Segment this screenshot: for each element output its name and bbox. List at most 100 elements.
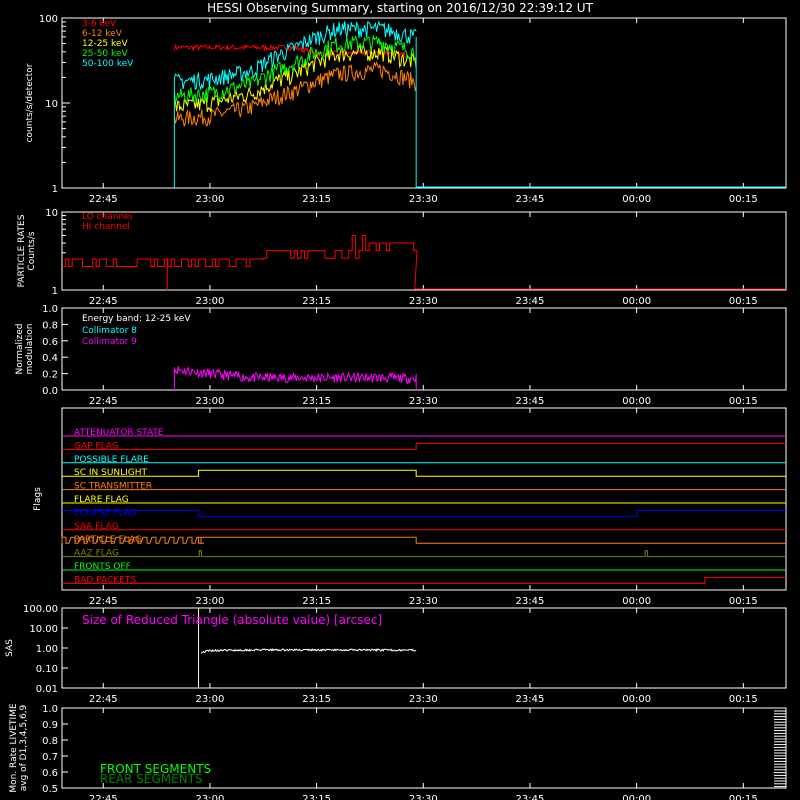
sas-ytick-label: 0.01 bbox=[36, 684, 58, 695]
count-panel-xtick-label: 23:30 bbox=[409, 194, 438, 205]
count-panel-xtick-label: 23:00 bbox=[196, 194, 225, 205]
sas-ytick-label: 10.00 bbox=[29, 624, 58, 635]
modulation-panel-xtick-label: 23:15 bbox=[302, 396, 331, 407]
hessi-summary-chart: HESSI Observing Summary, starting on 201… bbox=[5, 1, 787, 800]
flag-line bbox=[62, 442, 786, 450]
count-legend-entry: 50-100 keV bbox=[82, 59, 134, 69]
particle-series-line bbox=[62, 235, 786, 290]
modulation-panel-xtick-label: 00:00 bbox=[622, 396, 651, 407]
sas-panel-xtick-label: 23:45 bbox=[516, 694, 545, 705]
modulation-legend-entry: Collimator 8 bbox=[82, 326, 137, 336]
sas-panel-xtick-label: 22:45 bbox=[89, 694, 118, 705]
flag-line bbox=[62, 469, 786, 477]
count-panel-xtick-label: 23:15 bbox=[302, 194, 331, 205]
particle-panel-xtick-label: 23:15 bbox=[302, 296, 331, 307]
particle-ytick-label: 10 bbox=[45, 208, 58, 219]
flag-label: SC IN SUNLIGHT bbox=[74, 468, 148, 478]
chart-title: HESSI Observing Summary, starting on 201… bbox=[207, 1, 593, 15]
particle-panel-xtick-label: 23:45 bbox=[516, 296, 545, 307]
sas-ytick-label: 100.00 bbox=[23, 604, 58, 615]
modulation-legend-entry: Collimator 9 bbox=[82, 337, 137, 347]
livetime-ylabel-2: avg of D1,3,4,5,6,9 bbox=[19, 704, 29, 791]
particle-legend-entry: LO channel bbox=[82, 212, 132, 222]
particle-panel-xtick-label: 00:15 bbox=[729, 296, 758, 307]
flag-label: PARTICLE FLAG bbox=[74, 535, 142, 545]
modulation-ytick-label: 0.6 bbox=[42, 337, 58, 348]
flag-line bbox=[62, 550, 786, 558]
livetime-panel-xtick-label: 00:15 bbox=[729, 794, 758, 800]
modulation-ytick-label: 0.0 bbox=[42, 386, 58, 397]
sas-panel-xtick-label: 00:00 bbox=[622, 694, 651, 705]
modulation-panel-xtick-label: 23:00 bbox=[196, 396, 225, 407]
flags-panel-xtick-label: 00:00 bbox=[622, 596, 651, 607]
modulation-ytick-label: 0.8 bbox=[42, 320, 58, 331]
flags-panel-xtick-label: 23:00 bbox=[196, 596, 225, 607]
particle-panel-xtick-label: 23:00 bbox=[196, 296, 225, 307]
flag-label: SC TRANSMITTER bbox=[74, 482, 152, 492]
count-ytick-label: 10 bbox=[45, 99, 58, 110]
modulation-panel-xtick-label: 22:45 bbox=[89, 396, 118, 407]
livetime-panel-xtick-label: 00:00 bbox=[622, 794, 651, 800]
count-ytick-label: 100 bbox=[39, 14, 58, 25]
sas-ytick-label: 0.10 bbox=[36, 664, 58, 675]
flag-label: ECLIPSE FLAG bbox=[74, 508, 137, 518]
flag-line bbox=[62, 576, 786, 584]
flags-panel-xtick-label: 22:45 bbox=[89, 596, 118, 607]
count-legend-entry: 25-50 keV bbox=[82, 49, 128, 59]
flag-label: GAP FLAG bbox=[74, 441, 119, 451]
sas-ylabel: SAS bbox=[5, 639, 15, 657]
sas-legend-entry: Size of Reduced Triangle (absolute value… bbox=[82, 613, 382, 627]
modulation-panel-xtick-label: 00:15 bbox=[729, 396, 758, 407]
particle-panel-xtick-label: 22:45 bbox=[89, 296, 118, 307]
particle-panel-xtick-label: 00:00 bbox=[622, 296, 651, 307]
livetime-ytick-label: 0.9 bbox=[42, 720, 58, 731]
livetime-ylabel-1: Mon. Rate LIVETIME bbox=[9, 703, 19, 793]
modulation-ytick-label: 0.2 bbox=[42, 370, 58, 381]
sas-panel-xtick-label: 23:15 bbox=[302, 694, 331, 705]
flag-line bbox=[62, 509, 786, 517]
count-panel-frame bbox=[61, 17, 787, 189]
livetime-panel-xtick-label: 23:45 bbox=[516, 794, 545, 800]
flags-ylabel: Flags bbox=[33, 487, 43, 511]
flag-label: FLARE FLAG bbox=[74, 495, 129, 505]
flags-panel-xtick-label: 23:30 bbox=[409, 596, 438, 607]
flag-line bbox=[61, 536, 786, 544]
modulation-ytick-label: 0.4 bbox=[42, 353, 58, 364]
sas-panel-xtick-label: 23:00 bbox=[196, 694, 225, 705]
particle-panel-xtick-label: 23:30 bbox=[409, 296, 438, 307]
flag-label: AAZ FLAG bbox=[74, 549, 119, 559]
modulation-ylabel-1: Normalized bbox=[15, 323, 25, 374]
modulation-panel-xtick-label: 23:45 bbox=[516, 396, 545, 407]
flag-label: FRONTS OFF bbox=[74, 562, 131, 572]
particle-ylabel-1: PARTICLE RATES bbox=[17, 214, 27, 287]
particle-ylabel-2: Counts/s bbox=[27, 231, 37, 270]
count-panel-xtick-label: 22:45 bbox=[89, 194, 118, 205]
count-panel-xtick-label: 23:45 bbox=[516, 194, 545, 205]
livetime-panel-xtick-label: 22:45 bbox=[89, 794, 118, 800]
count-panel-xtick-label: 00:15 bbox=[729, 194, 758, 205]
particle-legend-entry: HI channel bbox=[82, 222, 130, 232]
count-legend-entry: 3-6 keV bbox=[82, 19, 117, 29]
livetime-ytick-label: 1.0 bbox=[42, 704, 58, 715]
flag-label: POSSIBLE FLARE bbox=[74, 455, 149, 465]
flags-panel-xtick-label: 00:15 bbox=[729, 596, 758, 607]
livetime-ytick-label: 0.7 bbox=[42, 752, 58, 763]
flag-label: BAD PACKETS bbox=[74, 575, 136, 585]
sas-series-line bbox=[200, 648, 417, 654]
count-panel-xtick-label: 00:00 bbox=[622, 194, 651, 205]
count-legend-entry: 12-25 keV bbox=[82, 39, 128, 49]
flags-panel-xtick-label: 23:45 bbox=[516, 596, 545, 607]
count-ytick-label: 1 bbox=[52, 184, 58, 195]
particle-ytick-label: 1 bbox=[52, 286, 58, 297]
modulation-series-line bbox=[173, 366, 417, 384]
count-series-line bbox=[173, 61, 417, 127]
livetime-ytick-label: 0.6 bbox=[42, 768, 58, 779]
count-series-line bbox=[173, 20, 417, 92]
flag-label: ATTENUATOR STATE bbox=[74, 428, 164, 438]
flag-label: SAA FLAG bbox=[74, 522, 119, 532]
modulation-ylabel-2: modulation bbox=[25, 324, 35, 375]
sas-panel-xtick-label: 00:15 bbox=[729, 694, 758, 705]
livetime-legend-entry: REAR SEGMENTS bbox=[100, 772, 203, 786]
livetime-panel-xtick-label: 23:30 bbox=[409, 794, 438, 800]
flags-panel-xtick-label: 23:15 bbox=[302, 596, 331, 607]
